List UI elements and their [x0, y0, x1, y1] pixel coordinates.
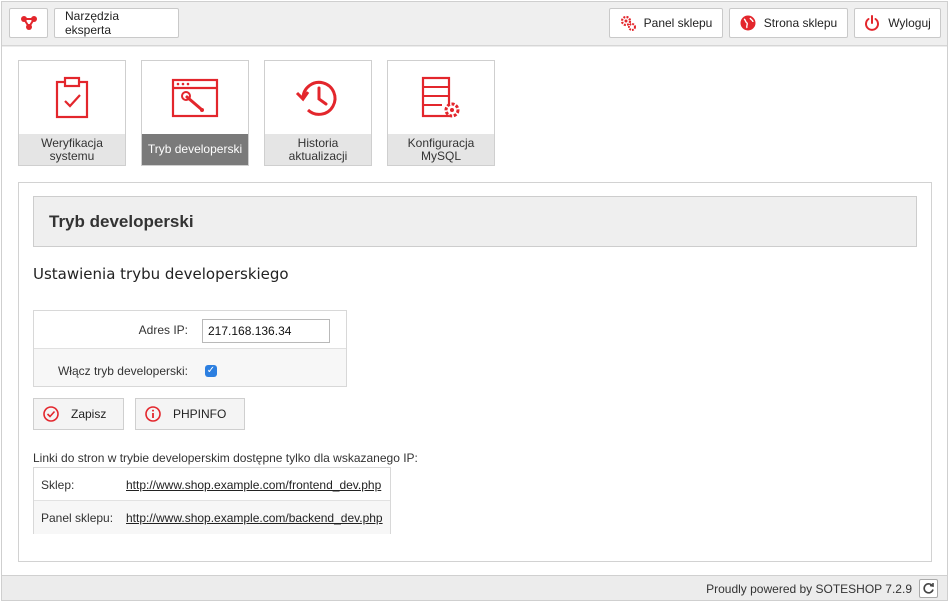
save-button[interactable]: Zapisz [33, 398, 124, 430]
settings-form: Adres IP: Włącz tryb developerski: ✓ [33, 310, 347, 387]
frontend-dev-link[interactable]: http://www.shop.example.com/frontend_dev… [126, 478, 381, 492]
tile-label: Tryb developerski [142, 134, 248, 165]
dev-mode-row: Włącz tryb developerski: ✓ [34, 349, 346, 386]
tile-update-history[interactable]: Historia aktualizacji [264, 60, 372, 166]
tile-label: Historia aktualizacji [265, 134, 371, 165]
check-circle-icon [43, 406, 59, 422]
tile-label: Weryfikacja systemu [19, 134, 125, 165]
globe-icon [740, 15, 756, 31]
refresh-button[interactable] [919, 579, 938, 598]
powered-by-text: Proudly powered by SOTESHOP 7.2.9 [706, 582, 912, 596]
table-row: Sklep: http://www.shop.example.com/front… [34, 468, 390, 501]
shop-page-button[interactable]: Strona sklepu [729, 8, 848, 38]
expert-tools-button[interactable]: Narzędzia eksperta [54, 8, 179, 38]
page-title: Tryb developerski [33, 196, 917, 247]
browser-wrench-icon [171, 78, 219, 118]
top-bar: Narzędzia eksperta Panel sklepu Strona s… [2, 2, 947, 46]
tile-mysql-config[interactable]: Konfiguracja MySQL [387, 60, 495, 166]
links-table: Sklep: http://www.shop.example.com/front… [33, 467, 391, 534]
section-title: Ustawienia trybu developerskiego [33, 265, 289, 283]
ip-address-input[interactable] [202, 319, 330, 343]
content-panel: Tryb developerski Ustawienia trybu devel… [18, 182, 932, 562]
list-gear-icon [421, 76, 460, 118]
backend-dev-link[interactable]: http://www.shop.example.com/backend_dev.… [126, 511, 383, 525]
share-nodes-icon [20, 16, 37, 30]
tile-developer-mode[interactable]: Tryb developerski [141, 60, 249, 166]
links-caption: Linki do stron w trybie developerskim do… [33, 451, 418, 465]
phpinfo-label: PHPINFO [173, 407, 227, 421]
save-label: Zapisz [71, 407, 107, 421]
main-area: Weryfikacja systemu Tryb developerski Hi… [2, 47, 947, 575]
link-key: Panel sklepu: [41, 511, 114, 525]
footer: Proudly powered by SOTESHOP 7.2.9 [2, 575, 947, 600]
tile-system-verification[interactable]: Weryfikacja systemu [18, 60, 126, 166]
app-window: Narzędzia eksperta Panel sklepu Strona s… [1, 1, 948, 601]
info-circle-icon [145, 406, 161, 422]
dev-mode-label: Włącz tryb developerski: [57, 364, 188, 378]
ip-row: Adres IP: [34, 311, 346, 349]
expert-tools-label: Narzędzia eksperta [65, 9, 120, 37]
logout-button[interactable]: Wyloguj [854, 8, 941, 38]
link-key: Sklep: [41, 478, 75, 492]
logout-label: Wyloguj [888, 16, 931, 30]
power-icon [865, 15, 880, 31]
shop-page-label: Strona sklepu [763, 16, 838, 30]
history-clock-icon [295, 80, 337, 116]
logo-button[interactable] [9, 8, 48, 38]
shop-panel-label: Panel sklepu [643, 16, 713, 30]
tile-label: Konfiguracja MySQL [388, 134, 494, 165]
ip-label: Adres IP: [138, 323, 188, 337]
phpinfo-button[interactable]: PHPINFO [135, 398, 245, 430]
clipboard-check-icon [55, 76, 89, 119]
gears-icon [620, 15, 636, 31]
dev-mode-checkbox[interactable]: ✓ [205, 365, 217, 377]
table-row: Panel sklepu: http://www.shop.example.co… [34, 501, 390, 534]
refresh-icon [923, 583, 934, 594]
shop-panel-button[interactable]: Panel sklepu [609, 8, 723, 38]
